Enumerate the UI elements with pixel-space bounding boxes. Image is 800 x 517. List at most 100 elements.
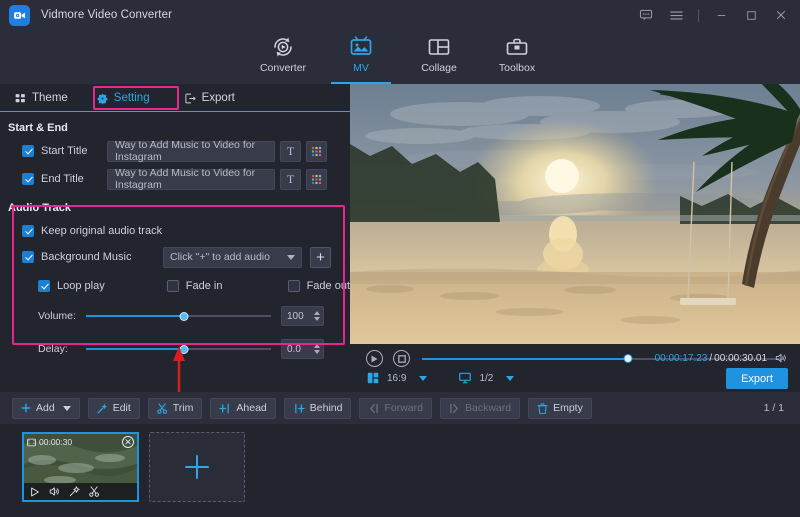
background-music-select-value: Click "+" to add audio: [170, 251, 270, 263]
background-music-select[interactable]: Click "+" to add audio: [163, 247, 302, 268]
video-preview[interactable]: [350, 84, 800, 344]
clip-volume-icon[interactable]: [49, 486, 60, 497]
close-icon: [774, 8, 788, 22]
nav-item-converter-label: Converter: [260, 62, 306, 74]
app-logo: [9, 5, 30, 26]
tab-export[interactable]: Export: [175, 84, 244, 112]
add-button[interactable]: Add: [12, 398, 80, 419]
trash-icon: [537, 403, 548, 414]
end-title-style-button[interactable]: [306, 169, 327, 190]
volume-slider[interactable]: [86, 310, 271, 322]
export-button[interactable]: Export: [726, 368, 788, 389]
play-button[interactable]: [366, 350, 383, 367]
feedback-button[interactable]: [631, 0, 661, 30]
tab-theme[interactable]: Theme: [0, 84, 77, 112]
add-button-label: Add: [36, 402, 55, 414]
delay-slider-fill: [86, 348, 184, 350]
playback-knob[interactable]: [624, 354, 633, 363]
clip-magic-wand-icon[interactable]: [69, 486, 80, 497]
volume-slider-knob[interactable]: [180, 312, 189, 321]
add-chevron-down-icon[interactable]: [63, 406, 71, 411]
delay-stepper[interactable]: 0.0: [281, 339, 324, 359]
menu-button[interactable]: [661, 0, 691, 30]
start-title-input[interactable]: Way to Add Music to Video for Instagram: [107, 141, 275, 162]
color-palette-icon: [311, 146, 322, 157]
total-time: 00:00:30.01: [714, 353, 767, 364]
loop-play-label: Loop play: [57, 280, 167, 292]
behind-button-label: Behind: [310, 402, 343, 414]
page-indicator: 1 / 1: [764, 402, 784, 414]
tab-setting[interactable]: Setting: [87, 84, 159, 112]
preview-image: [350, 84, 800, 344]
edit-button-label: Edit: [113, 402, 131, 414]
app-window: Vidmore Video Converter: [0, 0, 800, 517]
background-music-checkbox[interactable]: [22, 251, 34, 263]
backward-button[interactable]: Backward: [440, 398, 520, 419]
start-title-style-button[interactable]: [306, 141, 327, 162]
export-icon: [184, 92, 197, 105]
mv-icon: [349, 35, 373, 59]
end-title-text-button[interactable]: T: [280, 169, 301, 190]
app-title: Vidmore Video Converter: [41, 9, 172, 21]
end-title-row: End Title Way to Add Music to Video for …: [0, 168, 350, 190]
start-title-checkbox[interactable]: [22, 145, 34, 157]
add-audio-button[interactable]: +: [310, 247, 331, 268]
insert-behind-icon: [293, 403, 305, 414]
forward-button[interactable]: Forward: [359, 398, 432, 419]
clip-play-icon[interactable]: [30, 487, 40, 497]
nav-item-collage-label: Collage: [421, 62, 457, 74]
end-title-input[interactable]: Way to Add Music to Video for Instagram: [107, 169, 275, 190]
stop-button[interactable]: [393, 350, 410, 367]
clip-thumbnail[interactable]: 00:00:30 ✕: [22, 432, 139, 502]
clip-remove-button[interactable]: ✕: [122, 436, 134, 448]
delay-label: Delay:: [38, 343, 86, 355]
main-navigation: Converter MV Collage: [0, 30, 800, 84]
speaker-icon[interactable]: [774, 351, 788, 365]
fade-in-checkbox[interactable]: [167, 280, 179, 292]
aspect-ratio-chevron-down-icon[interactable]: [419, 376, 427, 381]
start-end-section-title: Start & End: [8, 122, 350, 134]
plus-icon: [21, 403, 31, 413]
end-title-checkbox[interactable]: [22, 173, 34, 185]
end-title-value: Way to Add Music to Video for Instagram: [115, 167, 267, 191]
hamburger-menu-icon: [669, 8, 684, 23]
add-clip-card[interactable]: [149, 432, 245, 502]
volume-stepper[interactable]: 100: [281, 306, 324, 326]
trim-button[interactable]: Trim: [148, 398, 203, 419]
volume-decrement-icon[interactable]: [314, 317, 320, 321]
end-title-label: End Title: [41, 173, 103, 185]
delay-increment-icon[interactable]: [314, 344, 320, 348]
keep-original-audio-row: Keep original audio track: [0, 220, 350, 242]
play-icon: [371, 355, 378, 363]
nav-item-collage[interactable]: Collage: [400, 30, 478, 84]
delay-stepper-arrows[interactable]: [314, 344, 320, 354]
nav-item-converter[interactable]: Converter: [244, 30, 322, 84]
fade-out-checkbox[interactable]: [288, 280, 300, 292]
behind-button[interactable]: Behind: [284, 398, 352, 419]
minimize-button[interactable]: [706, 0, 736, 30]
empty-button[interactable]: Empty: [528, 398, 592, 419]
edit-button[interactable]: Edit: [88, 398, 140, 419]
converter-icon: [271, 35, 295, 59]
audio-options-row: Loop play Fade in Fade out: [0, 275, 350, 297]
loop-play-checkbox[interactable]: [38, 280, 50, 292]
monitor-icon: [458, 371, 472, 385]
ahead-button[interactable]: Ahead: [210, 398, 275, 419]
video-camera-logo-icon: [13, 9, 26, 22]
delay-decrement-icon[interactable]: [314, 350, 320, 354]
maximize-button[interactable]: [736, 0, 766, 30]
start-title-text-button[interactable]: T: [280, 141, 301, 162]
clip-scissors-icon[interactable]: [89, 486, 100, 497]
keep-original-audio-checkbox[interactable]: [22, 225, 34, 237]
storyboard: 00:00:30 ✕: [0, 424, 800, 517]
screen-size-chevron-down-icon[interactable]: [506, 376, 514, 381]
volume-increment-icon[interactable]: [314, 311, 320, 315]
fade-in-label: Fade in: [186, 280, 288, 292]
sub-tab-bar: Theme Setting Export: [0, 84, 350, 112]
nav-item-toolbox[interactable]: Toolbox: [478, 30, 556, 84]
nav-item-mv[interactable]: MV: [322, 30, 400, 84]
start-title-value: Way to Add Music to Video for Instagram: [115, 139, 267, 163]
title-bar: Vidmore Video Converter: [0, 0, 800, 30]
close-button[interactable]: [766, 0, 796, 30]
volume-stepper-arrows[interactable]: [314, 311, 320, 321]
